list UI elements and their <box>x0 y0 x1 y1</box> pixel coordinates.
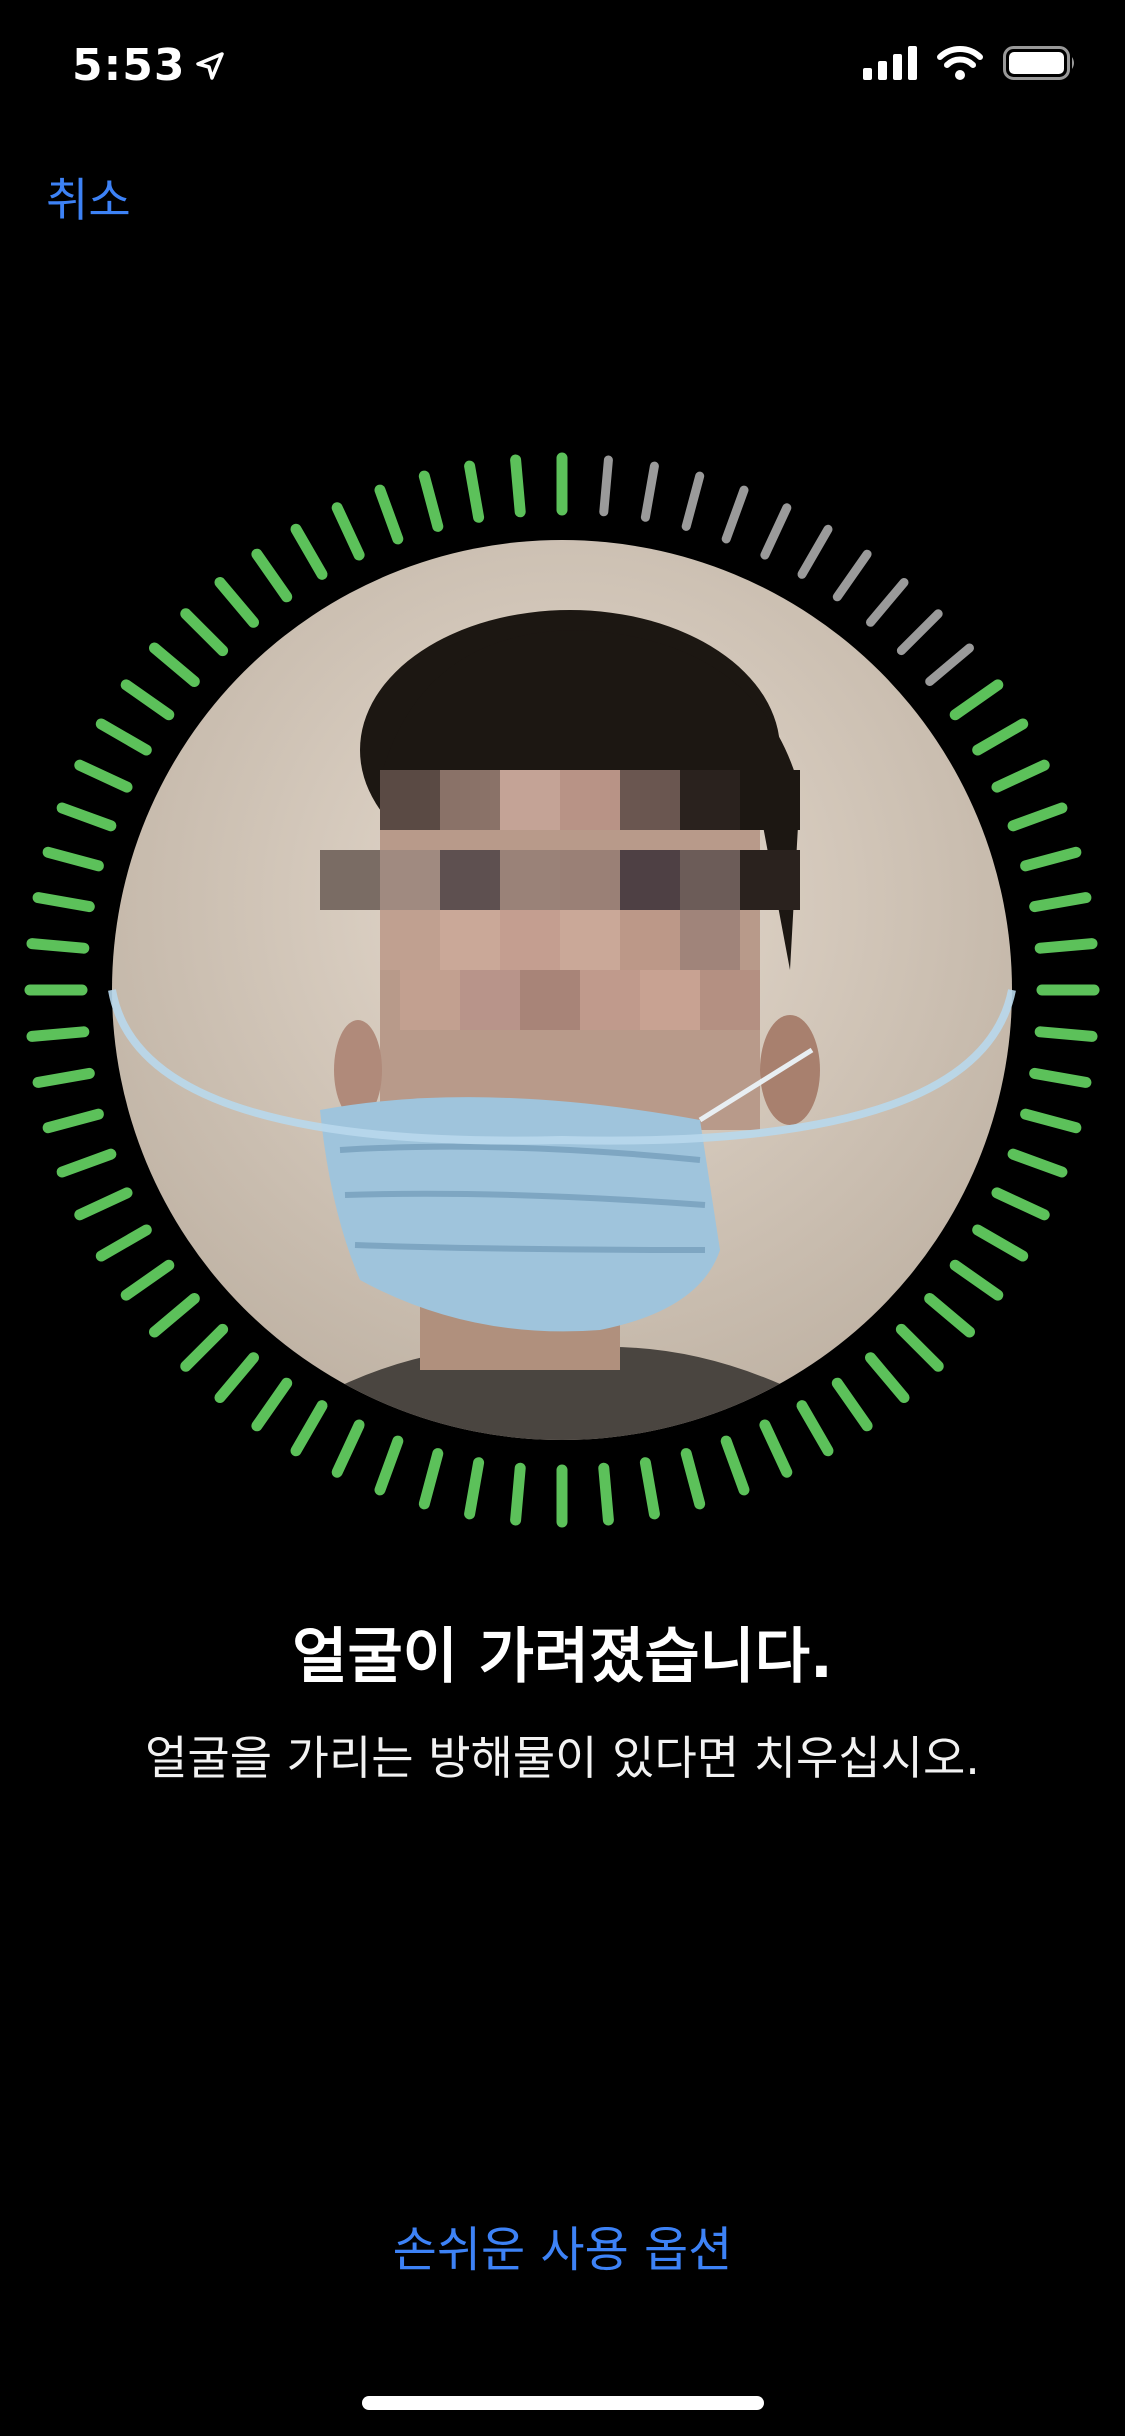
progress-tick-complete <box>32 892 95 913</box>
progress-tick-complete <box>639 1457 660 1520</box>
progress-tick-complete <box>1034 938 1098 954</box>
progress-tick-complete <box>796 1400 834 1457</box>
progress-tick-complete <box>759 1419 793 1478</box>
status-time-group: 5:53 <box>72 40 225 91</box>
progress-tick-complete <box>74 1187 133 1221</box>
progress-tick-complete <box>42 846 104 872</box>
progress-tick-complete <box>56 1148 117 1178</box>
progress-tick-complete <box>120 1259 175 1301</box>
progress-tick-complete <box>374 1435 404 1496</box>
progress-tick-complete <box>95 718 152 756</box>
progress-tick-complete <box>949 679 1004 721</box>
progress-tick-complete <box>290 523 328 580</box>
progress-tick-pending <box>925 643 974 686</box>
progress-tick-complete <box>720 1435 750 1496</box>
status-time: 5:53 <box>72 40 186 91</box>
progress-tick-complete <box>510 454 526 518</box>
progress-tick-complete <box>214 577 259 628</box>
progress-tick-complete <box>924 1293 975 1338</box>
progress-tick-complete <box>464 460 485 523</box>
progress-tick-pending <box>896 609 943 656</box>
progress-tick-complete <box>1007 802 1068 832</box>
progress-tick-pending <box>832 549 872 602</box>
progress-tick-complete <box>32 1067 95 1088</box>
progress-tick-complete <box>180 1323 229 1372</box>
progress-tick-complete <box>120 679 175 721</box>
progress-tick-complete <box>865 1352 910 1403</box>
face-blur-mosaic <box>320 770 800 1130</box>
progress-tick-complete <box>464 1457 485 1520</box>
camera-preview <box>112 540 1012 1440</box>
face-scan-area <box>0 450 1125 1550</box>
progress-tick-complete <box>95 1224 152 1262</box>
progress-tick-complete <box>331 502 365 561</box>
progress-tick-complete <box>74 759 133 793</box>
progress-tick-complete <box>510 1462 526 1526</box>
progress-tick-complete <box>991 759 1050 793</box>
progress-tick-complete <box>26 938 90 954</box>
location-arrow-icon <box>195 51 225 81</box>
face-scan-graphic <box>24 452 1100 1528</box>
progress-tick-complete <box>42 1108 104 1134</box>
progress-tick-pending <box>760 503 792 560</box>
progress-tick-complete <box>831 1377 873 1432</box>
progress-tick-complete <box>1020 1108 1082 1134</box>
progress-tick-complete <box>1034 1026 1098 1042</box>
progress-tick-complete <box>895 1323 944 1372</box>
progress-tick-pending <box>866 578 909 627</box>
progress-tick-complete <box>972 1224 1029 1262</box>
progress-tick-pending <box>721 485 749 544</box>
progress-tick-complete <box>1020 846 1082 872</box>
progress-tick-complete <box>418 1448 444 1510</box>
progress-tick-complete <box>149 642 200 687</box>
battery-icon <box>1003 46 1077 84</box>
progress-tick-complete <box>680 1448 706 1510</box>
cellular-signal-icon <box>863 46 917 84</box>
progress-tick-complete <box>56 802 117 832</box>
progress-tick-pending <box>797 524 833 579</box>
progress-tick-complete <box>949 1259 1004 1301</box>
progress-tick-complete <box>598 1462 614 1526</box>
message-subtitle: 얼굴을 가리는 방해물이 있다면 치우십시오. <box>145 1731 980 1785</box>
accessibility-options-button[interactable]: 손쉬운 사용 옵션 <box>0 2210 1125 2280</box>
wifi-icon <box>937 46 983 84</box>
progress-tick-complete <box>180 608 229 657</box>
progress-tick-complete <box>374 484 404 545</box>
status-indicators <box>863 46 1077 84</box>
home-indicator[interactable] <box>362 2396 764 2410</box>
progress-tick-complete <box>972 718 1029 756</box>
progress-tick-complete <box>991 1187 1050 1221</box>
progress-tick-complete <box>1007 1148 1068 1178</box>
progress-tick-pending <box>681 471 705 531</box>
progress-tick-complete <box>26 1026 90 1042</box>
progress-tick-complete <box>214 1352 259 1403</box>
progress-tick-complete <box>149 1293 200 1338</box>
progress-tick-complete <box>331 1419 365 1478</box>
message-title: 얼굴이 가려졌습니다. <box>292 1622 833 1692</box>
progress-tick-complete <box>418 470 444 532</box>
progress-tick-complete <box>1029 1067 1092 1088</box>
progress-tick-pending <box>599 455 613 517</box>
progress-tick-complete <box>290 1400 328 1457</box>
status-bar: 5:53 <box>0 0 1125 140</box>
progress-tick-complete <box>1029 892 1092 913</box>
progress-tick-complete <box>251 1377 293 1432</box>
cancel-button[interactable]: 취소 <box>46 164 131 230</box>
progress-tick-complete <box>251 548 293 603</box>
progress-tick-pending <box>640 461 659 522</box>
